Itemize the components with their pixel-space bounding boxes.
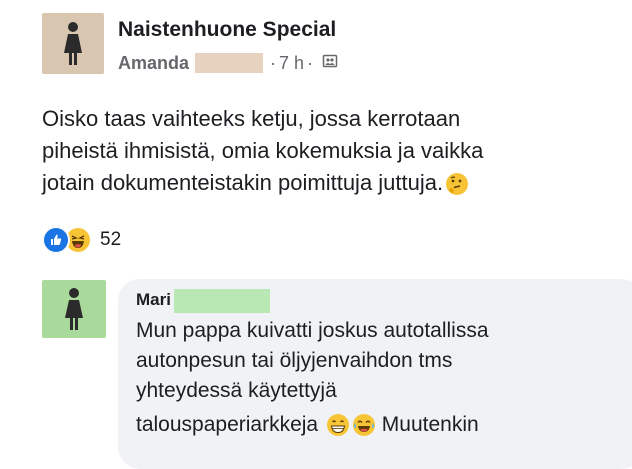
- meta-separator: ·: [270, 52, 277, 73]
- comment-line-start: talouspaperiarkkeja: [136, 413, 319, 436]
- commenter-avatar[interactable]: [42, 280, 106, 338]
- group-name[interactable]: Naistenhuone Special: [118, 18, 336, 42]
- grinning-face-icon: [326, 413, 350, 446]
- meta-separator: ·: [307, 52, 314, 73]
- female-figure-icon: [65, 288, 83, 330]
- reaction-count: 52: [100, 229, 122, 250]
- comment-line: autonpesun tai öljyjenvaihdon tms: [136, 349, 453, 372]
- post-body: Oisko taas vaihteeks ketju, jossa kerrot…: [42, 103, 602, 205]
- redacted-name: [174, 289, 270, 313]
- comment-line: yhteydessä käytettyjä: [136, 379, 337, 402]
- post-body-line: Oisko taas vaihteeks ketju, jossa kerrot…: [42, 106, 461, 131]
- comment-line: Mun pappa kuivatti joskus autotallissa: [136, 319, 489, 342]
- thinking-face-icon: [445, 172, 469, 205]
- group-privacy-icon[interactable]: [322, 53, 338, 74]
- comment-text: Mun pappa kuivatti joskus autotallissa a…: [136, 316, 616, 446]
- reaction-summary[interactable]: 52: [42, 226, 122, 254]
- post-body-line: piheistä ihmisistä, omia kokemuksia ja v…: [42, 138, 484, 163]
- group-avatar[interactable]: [42, 13, 104, 74]
- commenter-name[interactable]: Mari: [136, 290, 171, 310]
- post-author[interactable]: Amanda: [118, 53, 189, 74]
- comment-line: talouspaperiarkkeja Muutenkin: [136, 410, 616, 446]
- post-body-line: jotain dokumenteistakin poimittuja juttu…: [42, 167, 602, 205]
- comment-line-end: Muutenkin: [381, 413, 479, 436]
- tears-of-joy-icon: [352, 413, 376, 446]
- like-icon: [42, 226, 70, 254]
- female-figure-icon: [64, 22, 82, 65]
- post-time[interactable]: 7 h: [279, 53, 304, 74]
- post-meta: Amanda · 7 h ·: [118, 52, 338, 74]
- redacted-name: [195, 53, 264, 73]
